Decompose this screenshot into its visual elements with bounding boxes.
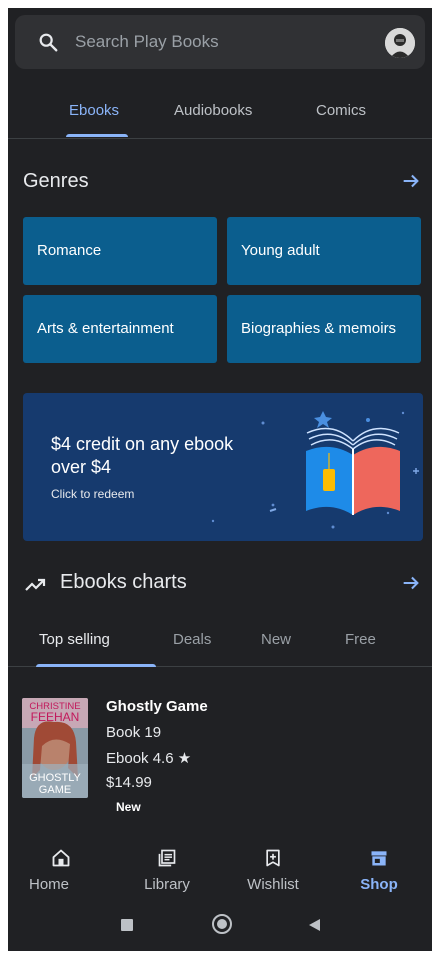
genre-tile-young-adult[interactable]: Young adult <box>227 217 421 285</box>
app-screen: Search Play Books Ebooks Audiobooks Comi… <box>8 8 432 951</box>
tab-audiobooks[interactable]: Audiobooks <box>174 102 252 119</box>
nav-home-label: Home <box>28 876 69 893</box>
search-icon <box>39 33 58 52</box>
chart-tabs: Top selling Deals New Free <box>8 613 432 667</box>
search-placeholder: Search Play Books <box>75 32 219 51</box>
promo-headline: $4 credit on any ebook over $4 <box>51 434 234 477</box>
active-chart-tab-indicator <box>36 664 156 667</box>
genres-title: Genres <box>23 170 89 192</box>
tab-deals[interactable]: Deals <box>173 631 211 648</box>
shop-icon <box>371 851 387 866</box>
promo-subtext: Click to redeem <box>51 487 135 501</box>
book-list-item[interactable]: CHRISTINE FEEHAN GHOSTLY GAME Ghostly Ga… <box>22 698 422 818</box>
nav-wishlist[interactable]: Wishlist <box>220 838 326 900</box>
book-format-rating: Ebook 4.6 ★ <box>106 750 192 767</box>
book-cover: CHRISTINE FEEHAN GHOSTLY GAME <box>22 698 88 798</box>
home-system-icon[interactable] <box>212 914 232 934</box>
charts-arrow-right-icon[interactable] <box>400 572 422 594</box>
tab-ebooks[interactable]: Ebooks <box>69 102 119 119</box>
nav-shop[interactable]: Shop <box>326 838 432 900</box>
library-icon <box>158 849 176 867</box>
category-tabs: Ebooks Audiobooks Comics <box>8 86 432 139</box>
wishlist-icon <box>266 849 280 867</box>
book-series: Book 19 <box>106 724 162 741</box>
tab-comics[interactable]: Comics <box>316 102 366 119</box>
cover-title-line1: GHOSTLY <box>29 772 81 784</box>
trending-up-icon <box>25 578 46 591</box>
nav-library[interactable]: Library <box>114 838 220 900</box>
new-badge: New <box>116 800 141 814</box>
system-navigation-bar <box>8 900 432 951</box>
cover-title-line2: GAME <box>39 784 71 796</box>
genres-arrow-right-icon[interactable] <box>400 170 422 192</box>
tab-free[interactable]: Free <box>345 631 376 648</box>
bottom-navigation: Home Library Wishlist Shop <box>8 838 432 900</box>
account-avatar[interactable] <box>385 28 415 58</box>
genre-tile-romance[interactable]: Romance <box>23 217 217 285</box>
search-bar[interactable]: Search Play Books <box>15 15 425 69</box>
cover-author-line2: FEEHAN <box>31 710 80 724</box>
back-icon[interactable] <box>306 917 322 933</box>
home-icon <box>52 849 70 867</box>
avatar-image <box>385 28 415 58</box>
tab-new[interactable]: New <box>261 631 291 648</box>
genre-tile-biographies-memoirs[interactable]: Biographies & memoirs <box>227 295 421 363</box>
nav-library-label: Library <box>144 876 190 893</box>
genre-tile-arts-entertainment[interactable]: Arts & entertainment <box>23 295 217 363</box>
nav-wishlist-label: Wishlist <box>247 876 299 893</box>
tab-top-selling[interactable]: Top selling <box>39 631 110 648</box>
book-price: $14.99 <box>106 774 152 791</box>
book-cover-art: CHRISTINE FEEHAN GHOSTLY GAME <box>22 698 88 798</box>
active-tab-indicator <box>66 134 128 137</box>
nav-home[interactable]: Home <box>8 838 114 900</box>
nav-shop-label: Shop <box>360 876 398 893</box>
promo-banner[interactable]: $4 credit on any ebook over $4 Click to … <box>23 393 423 541</box>
recent-apps-icon[interactable] <box>121 919 133 931</box>
book-title: Ghostly Game <box>106 698 208 715</box>
ebooks-charts-title: Ebooks charts <box>60 571 187 593</box>
